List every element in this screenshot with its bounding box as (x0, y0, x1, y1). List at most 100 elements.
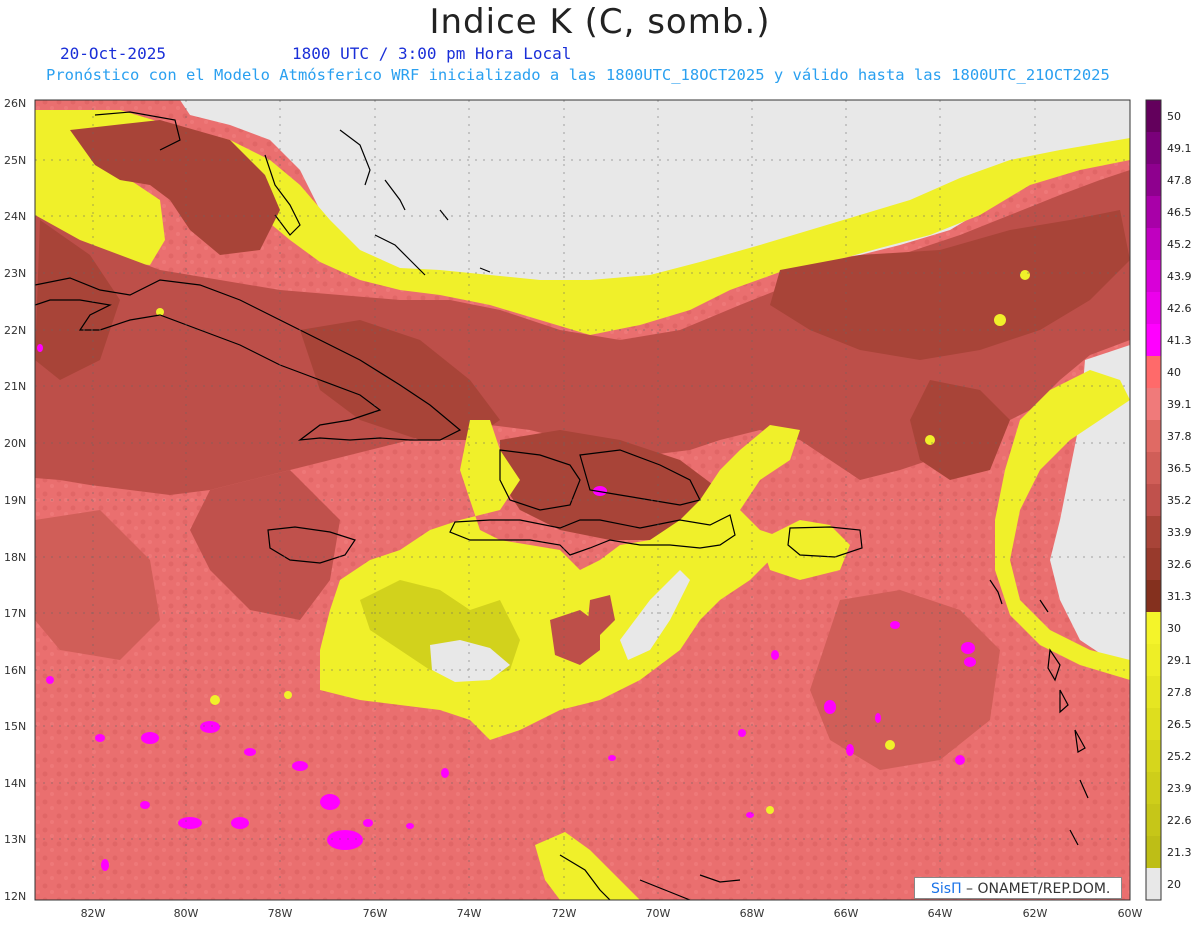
lon-label: 74W (457, 907, 482, 920)
colorbar-label: 20 (1167, 878, 1181, 891)
credit-sis: SisΠ (931, 881, 962, 897)
colorbar-label: 43.9 (1167, 270, 1192, 283)
colorbar-label: 47.8 (1167, 174, 1192, 187)
magenta-patch (890, 621, 900, 629)
colorbar-swatch (1146, 868, 1161, 901)
magenta-patch (178, 817, 202, 829)
lon-label: 62W (1023, 907, 1048, 920)
magenta-patch (231, 817, 249, 829)
lat-label: 24N (4, 210, 26, 223)
colorbar-swatch (1146, 772, 1161, 805)
lon-label: 78W (268, 907, 293, 920)
colorbar-swatch (1146, 132, 1161, 165)
magenta-patch (363, 819, 373, 827)
lat-label: 25N (4, 154, 26, 167)
colorbar-label: 30 (1167, 622, 1181, 635)
lat-label: 20N (4, 437, 26, 450)
colorbar-swatch (1146, 644, 1161, 677)
yellow-dot (1020, 270, 1030, 280)
lon-label: 80W (174, 907, 199, 920)
colorbar-swatch (1146, 676, 1161, 709)
colorbar-swatch (1146, 452, 1161, 485)
magenta-patch (846, 744, 854, 756)
colorbar-swatch (1146, 516, 1161, 549)
magenta-patch (738, 729, 746, 737)
lon-label: 72W (552, 907, 577, 920)
magenta-patch (101, 859, 109, 871)
colorbar-label: 29.1 (1167, 654, 1192, 667)
lon-label: 68W (740, 907, 765, 920)
magenta-patch (746, 812, 754, 818)
colorbar-label: 27.8 (1167, 686, 1192, 699)
colorbar-swatch (1146, 388, 1161, 421)
magenta-patch (964, 657, 976, 667)
latitude-labels: 26N 25N 24N 23N 22N 21N 20N 19N 18N 17N … (4, 97, 26, 903)
colorbar-label: 41.3 (1167, 334, 1192, 347)
colorbar-label: 36.5 (1167, 462, 1192, 475)
lat-label: 18N (4, 551, 26, 564)
colorbar-label: 21.3 (1167, 846, 1192, 859)
yellow-dot (994, 314, 1006, 326)
credit-org: – ONAMET/REP.DOM. (961, 881, 1111, 897)
colorbar-label: 32.6 (1167, 558, 1192, 571)
yellow-dot (210, 695, 220, 705)
colorbar-label: 46.5 (1167, 206, 1192, 219)
lat-label: 13N (4, 833, 26, 846)
magenta-patch (441, 768, 449, 778)
magenta-patch (95, 734, 105, 742)
lat-label: 17N (4, 607, 26, 620)
magenta-patch (46, 676, 54, 684)
colorbar-label: 42.6 (1167, 302, 1192, 315)
lon-label: 64W (928, 907, 953, 920)
magenta-patch (37, 344, 43, 352)
colorbar-label: 25.2 (1167, 750, 1192, 763)
colorbar-label: 50 (1167, 110, 1181, 123)
magenta-patch (608, 755, 616, 761)
colorbar-label: 31.3 (1167, 590, 1192, 603)
magenta-patch (244, 748, 256, 756)
credit-box: SisΠ – ONAMET/REP.DOM. (914, 877, 1122, 899)
colorbar-swatch (1146, 804, 1161, 837)
map-figure: 26N 25N 24N 23N 22N 21N 20N 19N 18N 17N … (4, 97, 1192, 920)
colorbar-swatch (1146, 580, 1161, 613)
yellow-dot (766, 806, 774, 814)
colorbar-swatch (1146, 228, 1161, 261)
colorbar-label: 35.2 (1167, 494, 1192, 507)
lat-label: 14N (4, 777, 26, 790)
colorbar-label: 22.6 (1167, 814, 1192, 827)
magenta-patch (200, 721, 220, 733)
magenta-patch (824, 700, 836, 714)
lon-label: 66W (834, 907, 859, 920)
lat-label: 22N (4, 324, 26, 337)
lon-label: 76W (363, 907, 388, 920)
colorbar-swatch (1146, 164, 1161, 197)
lat-label: 26N (4, 97, 26, 110)
yellow-dot (885, 740, 895, 750)
colorbar-label: 39.1 (1167, 398, 1192, 411)
colorbar-swatch (1146, 292, 1161, 325)
magenta-patch (406, 823, 414, 829)
colorbar-label: 45.2 (1167, 238, 1192, 251)
lat-label: 12N (4, 890, 26, 903)
colorbar-label: 37.8 (1167, 430, 1192, 443)
lat-label: 19N (4, 494, 26, 507)
colorbar-label: 26.5 (1167, 718, 1192, 731)
colorbar: 50 49.1 47.8 46.5 45.2 43.9 42.6 41.3 40 39.1 37.8… (1145, 99, 1192, 901)
map-area (35, 100, 1130, 900)
lon-label: 60W (1118, 907, 1143, 920)
colorbar-swatch (1146, 708, 1161, 741)
lon-label: 82W (81, 907, 106, 920)
colorbar-label: 40 (1167, 366, 1181, 379)
colorbar-swatch (1146, 196, 1161, 229)
magenta-patch (140, 801, 150, 809)
magenta-patch (292, 761, 308, 771)
lat-label: 16N (4, 664, 26, 677)
magenta-patch (327, 830, 363, 850)
longitude-labels: 82W 80W 78W 76W 74W 72W 70W 68W 66W 64W … (81, 907, 1143, 920)
magenta-patch (141, 732, 159, 744)
colorbar-swatch (1146, 324, 1161, 357)
colorbar-swatch (1146, 260, 1161, 293)
lat-label: 21N (4, 380, 26, 393)
magenta-patch (320, 794, 340, 810)
colorbar-swatch (1146, 356, 1161, 389)
